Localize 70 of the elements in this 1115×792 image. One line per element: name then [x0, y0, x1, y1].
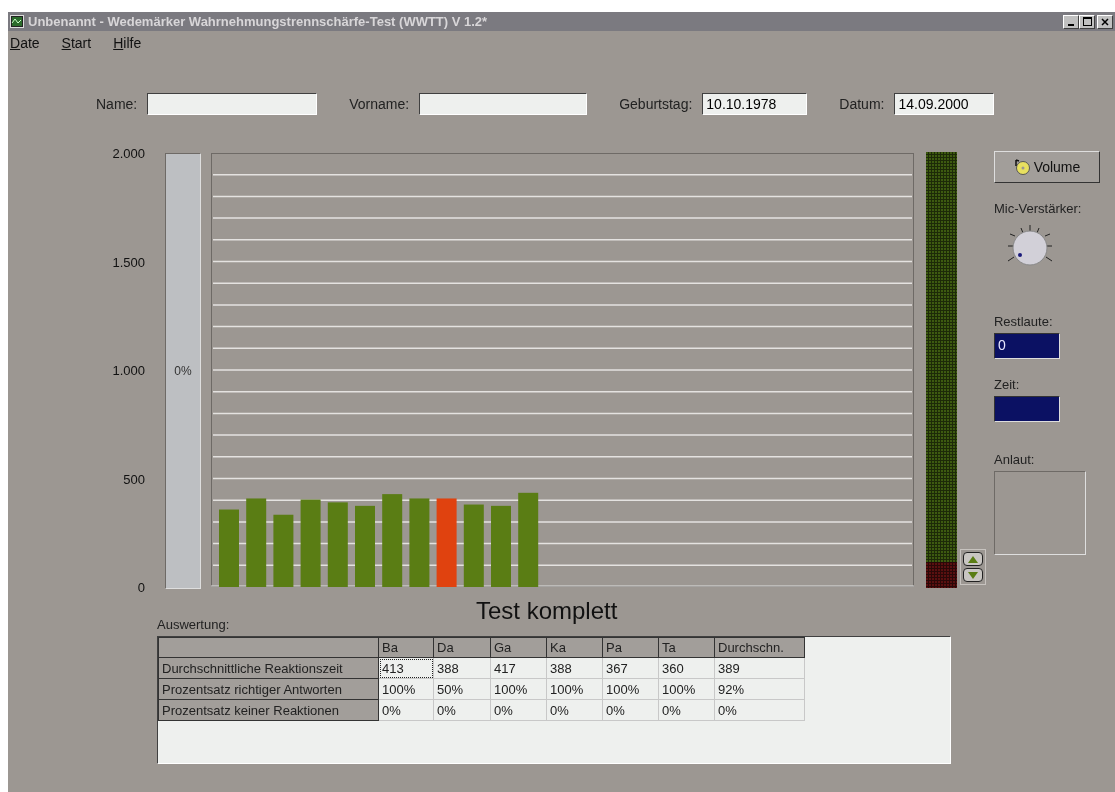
column-header: Pa [602, 637, 659, 658]
onset-label: Anlaut: [994, 452, 1036, 467]
spin-up-button[interactable] [963, 552, 983, 566]
table-cell: 388 [433, 657, 491, 679]
table-cell: 0% [714, 699, 805, 721]
table-cell: 100% [378, 678, 434, 700]
axis-tick-label: 2.000 [112, 145, 145, 161]
table-cell: 360 [658, 657, 715, 679]
table-cell: 417 [490, 657, 547, 679]
time-display [994, 396, 1060, 422]
maximize-button[interactable] [1079, 14, 1095, 29]
table-cell: 0% [433, 699, 491, 721]
evaluation-label: Auswertung: [157, 617, 231, 632]
row-header: Prozentsatz keiner Reaktionen [158, 699, 379, 721]
mic-amplifier-label: Mic-Verstärker: [994, 201, 1083, 216]
menu-item[interactable]: Hilfe [113, 35, 142, 55]
remaining-sounds-label: Restlaute: [994, 314, 1054, 329]
table-cell: 100% [658, 678, 715, 700]
column-header: Ba [378, 637, 434, 658]
time-label: Zeit: [994, 377, 1021, 392]
field-label: Vorname: [349, 96, 410, 112]
window-title: Unbenannt - Wedemärker Wahrnehmungstrennschärfe-Test (WWTT) V 1.2* [28, 14, 489, 29]
gauge-percent: 0% [174, 364, 192, 378]
app-icon [10, 15, 24, 28]
table-cell: 367 [602, 657, 659, 679]
table-cell: 389 [714, 657, 805, 679]
input-field[interactable]: 14.09.2000 [894, 93, 995, 115]
close-icon [1101, 17, 1109, 26]
row-header: Prozentsatz richtiger Antworten [158, 678, 379, 700]
axis-tick-label: 1.500 [112, 254, 145, 269]
field-label: Name: [96, 96, 138, 112]
table-cell: 0% [378, 699, 434, 721]
table-cell: 100% [490, 678, 547, 700]
down-triangle-icon [968, 571, 978, 579]
axis-tick-label: 1.000 [112, 362, 145, 378]
table-cell: 0% [490, 699, 547, 721]
table-cell: 50% [433, 678, 491, 700]
column-header: Ta [658, 637, 715, 658]
table-cell: 92% [714, 678, 805, 700]
field-label: Datum: [839, 96, 885, 112]
table-cell: 413 [378, 657, 434, 679]
table-cell: 100% [602, 678, 659, 700]
input-field[interactable] [147, 93, 318, 115]
input-field[interactable] [419, 93, 588, 115]
row-header: Durchschnittliche Reaktionszeit [158, 657, 379, 679]
status-message: Test komplett [476, 597, 619, 625]
up-triangle-icon [968, 555, 978, 563]
maximize-icon [1082, 17, 1092, 26]
spin-down-button[interactable] [963, 568, 983, 582]
volume-button[interactable]: Volume [994, 151, 1100, 183]
axis-tick-label: 500 [123, 471, 145, 486]
table-cell: 388 [546, 657, 603, 679]
table-cell: 0% [602, 699, 659, 721]
column-header: Durchschn. [714, 637, 805, 658]
column-header: Ka [546, 637, 603, 658]
table-cell: 0% [546, 699, 603, 721]
remaining-sounds-display: 0 [994, 333, 1060, 359]
music-disc-icon [1013, 159, 1030, 175]
table-cell: 100% [546, 678, 603, 700]
minimize-button[interactable] [1063, 14, 1079, 29]
axis-tick-label: 0 [137, 579, 145, 595]
field-label: Geburtstag: [619, 96, 693, 112]
column-header: Ga [490, 637, 547, 658]
menu-item[interactable]: Date [10, 35, 40, 55]
minimize-icon [1068, 23, 1074, 26]
menu-item[interactable]: Start [61, 35, 92, 55]
column-header: Da [433, 637, 491, 658]
close-button[interactable] [1097, 14, 1113, 29]
table-cell: 0% [658, 699, 715, 721]
input-field[interactable]: 10.10.1978 [702, 93, 808, 115]
